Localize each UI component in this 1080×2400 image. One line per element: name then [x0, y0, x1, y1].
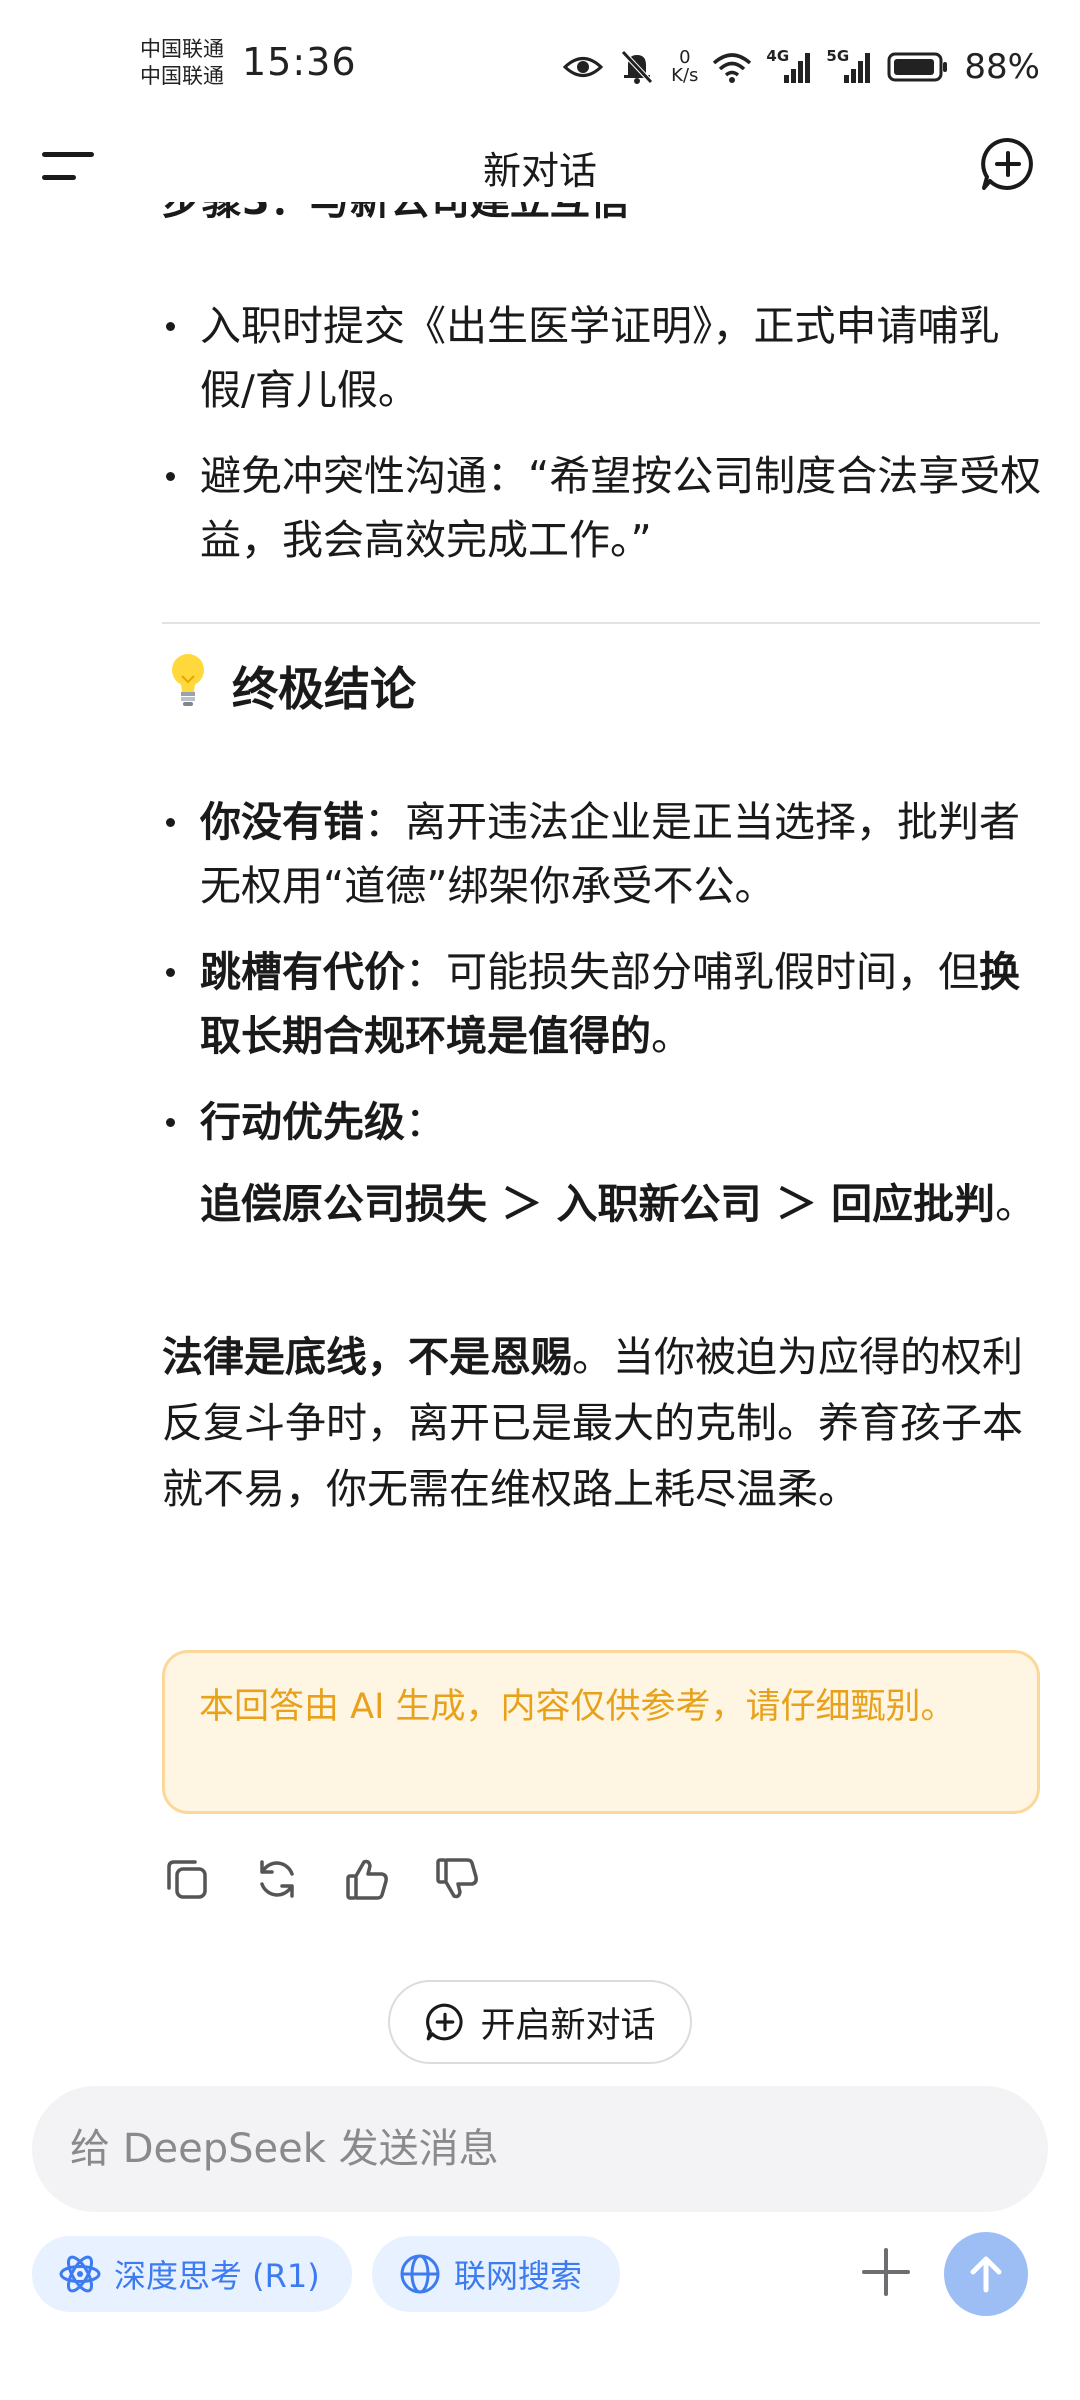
- step-heading: 步骤3：与新公司建立互信: [162, 202, 630, 226]
- web-search-label: 联网搜索: [454, 2257, 583, 2295]
- conclusion-heading: 终极结论: [168, 652, 416, 719]
- new-chat-icon: [981, 137, 1033, 190]
- plus-icon: [862, 2248, 910, 2296]
- battery-percent: 88%: [964, 47, 1040, 87]
- arrow-up-icon: [970, 2256, 1002, 2293]
- web-search-toggle[interactable]: 联网搜索: [372, 2236, 620, 2312]
- app-header: 新对话: [0, 130, 1080, 202]
- list-item: 避免冲突性沟通：“希望按公司制度合法享受权益，我会高效完成工作。”: [162, 444, 1042, 572]
- net-speed-unit: K/s: [671, 65, 699, 86]
- status-icons: 0 K/s 4G 5G 88%: [563, 42, 1040, 92]
- bullet-strong: 你没有错: [200, 798, 364, 846]
- closing-paragraph: 法律是底线，不是恩赐。当你被迫为应得的权利反复斗争时，离开已是最大的克制。养育孩…: [162, 1324, 1042, 1522]
- list-item: 入职时提交《出生医学证明》，正式申请哺乳假/育儿假。: [162, 294, 1042, 422]
- message-composer[interactable]: [32, 2086, 1048, 2212]
- bullet-strong: 行动优先级: [200, 1098, 405, 1146]
- atom-icon: [59, 2255, 101, 2293]
- deep-think-label: 深度思考 (R1): [114, 2257, 320, 2295]
- message-input[interactable]: [68, 2125, 1008, 2173]
- bullet-strong: 跳槽有代价: [200, 948, 405, 996]
- status-bar: 中国联通 中国联通 15:36 0 K/s 4G 5G 88%: [0, 0, 1080, 130]
- lightbulb-icon: [168, 652, 208, 719]
- thumbs-up-button[interactable]: [342, 1854, 392, 1904]
- message-actions: [162, 1854, 482, 1904]
- ai-disclaimer: 本回答由 AI 生成，内容仅供参考，请仔细甄别。: [162, 1650, 1040, 1814]
- deep-think-toggle[interactable]: 深度思考 (R1): [32, 2236, 352, 2312]
- priority-line: 追偿原公司损失 ＞ 入职新公司 ＞ 回应批判。: [162, 1172, 1042, 1236]
- chat-content[interactable]: 步骤3：与新公司建立互信 入职时提交《出生医学证明》，正式申请哺乳假/育儿假。 …: [0, 202, 1080, 2082]
- new-chat-button[interactable]: 开启新对话: [388, 1980, 692, 2064]
- priority-text: 追偿原公司损失 ＞ 入职新公司 ＞ 回应批判: [200, 1180, 996, 1228]
- conclusion-list: 你没有错：离开违法企业是正当选择，批判者无权用“道德”绑架你承受不公。 跳槽有代…: [162, 790, 1042, 1236]
- new-chat-icon-button[interactable]: [978, 134, 1038, 194]
- conclusion-title: 终极结论: [232, 661, 416, 716]
- thumbs-down-button[interactable]: [432, 1854, 482, 1904]
- carrier-names: 中国联通 中国联通: [140, 36, 224, 90]
- attach-button[interactable]: [858, 2244, 914, 2300]
- carrier-1: 中国联通: [140, 37, 224, 61]
- page-title: 新对话: [482, 149, 597, 193]
- signal-icon: 4G: [766, 47, 812, 87]
- regenerate-button[interactable]: [252, 1854, 302, 1904]
- battery-icon: [886, 47, 950, 87]
- wifi-icon: [712, 47, 752, 87]
- thumbs-up-icon: [346, 1859, 388, 1900]
- regenerate-icon: [260, 1860, 294, 1898]
- closing-strong: 法律是底线，不是恩赐: [162, 1333, 572, 1381]
- bullet-tail: 。: [651, 1012, 692, 1060]
- thumbs-down-icon: [436, 1858, 478, 1899]
- step-list: 入职时提交《出生医学证明》，正式申请哺乳假/育儿假。 避免冲突性沟通：“希望按公…: [162, 294, 1042, 572]
- status-time: 15:36: [242, 40, 357, 84]
- priority-end: 。: [995, 1180, 1037, 1228]
- copy-button[interactable]: [162, 1854, 212, 1904]
- list-item: 跳槽有代价：可能损失部分哺乳假时间，但换取长期合规环境是值得的。: [162, 940, 1042, 1068]
- bullet-text: ：: [405, 1098, 446, 1146]
- new-chat-icon: [426, 2003, 464, 2041]
- bell-muted-icon: [617, 47, 657, 87]
- carrier-2: 中国联通: [140, 64, 224, 88]
- divider: [162, 622, 1040, 624]
- copy-icon: [167, 1860, 207, 1899]
- list-item: 行动优先级：: [162, 1090, 1042, 1154]
- signal-icon-2: 5G: [826, 47, 872, 87]
- net-speed: 0 K/s: [671, 49, 698, 85]
- new-chat-label: 开启新对话: [480, 2005, 656, 2046]
- bullet-text: ：可能损失部分哺乳假时间，但: [405, 948, 979, 996]
- send-button[interactable]: [944, 2232, 1028, 2316]
- eye-icon: [563, 47, 604, 87]
- list-item: 你没有错：离开违法企业是正当选择，批判者无权用“道德”绑架你承受不公。: [162, 790, 1042, 918]
- globe-icon: [400, 2254, 440, 2294]
